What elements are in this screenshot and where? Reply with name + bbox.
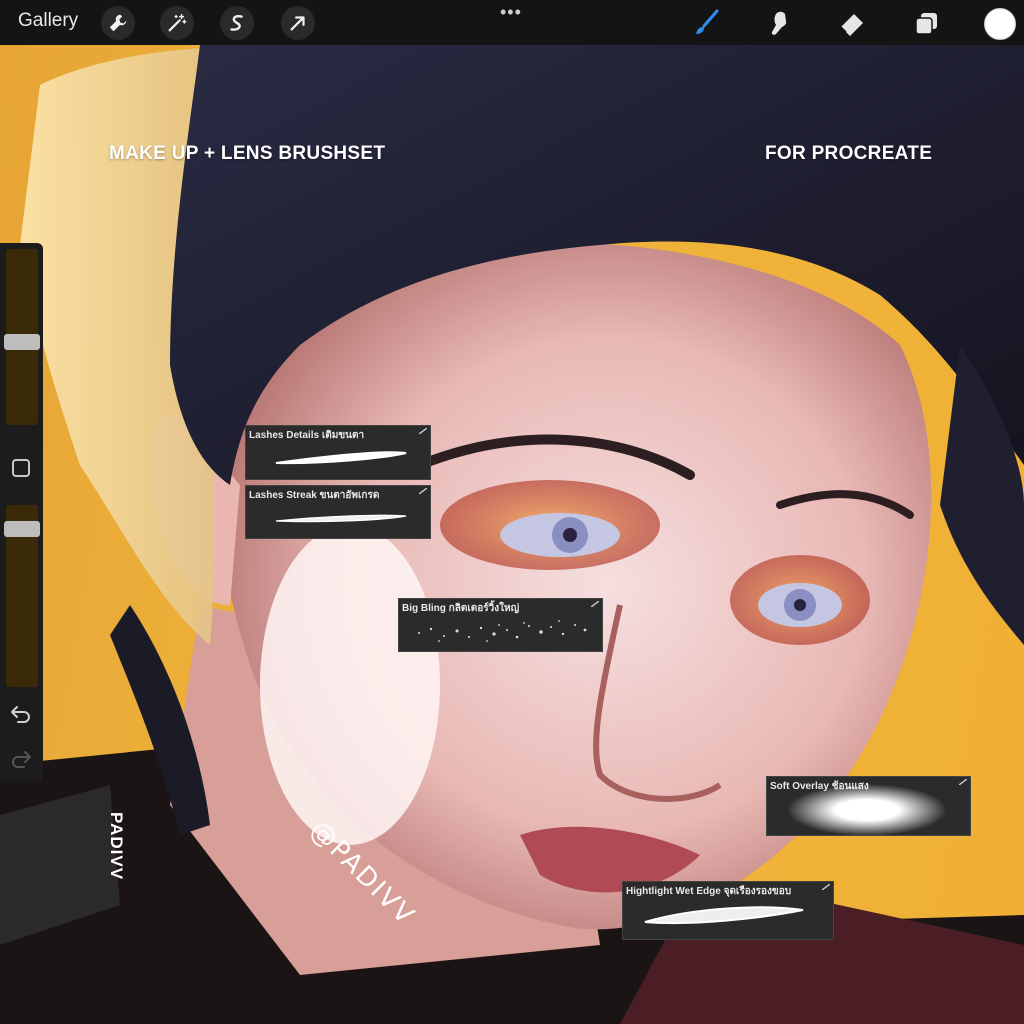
headline-left: MAKE UP + LENS BRUSHSET bbox=[109, 143, 386, 164]
brush-icon bbox=[696, 9, 719, 34]
layers-button[interactable] bbox=[910, 7, 942, 39]
undo-button[interactable] bbox=[9, 701, 33, 725]
brush-stroke-preview bbox=[787, 784, 947, 836]
transform-arrow-icon bbox=[290, 16, 305, 31]
redo-button[interactable] bbox=[9, 746, 33, 770]
headline-right: FOR PROCREATE bbox=[765, 143, 933, 164]
actions-button[interactable] bbox=[101, 6, 135, 40]
color-picker-button[interactable] bbox=[984, 8, 1016, 40]
undo-icon bbox=[11, 706, 30, 723]
brush-size-thumb[interactable] bbox=[4, 333, 40, 350]
brush-card-highlight-wet-edge: Hightlight Wet Edge จุดเรืองรองขอบ bbox=[622, 881, 834, 940]
wrench-icon bbox=[109, 14, 127, 32]
selection-icon bbox=[230, 15, 243, 31]
opacity-thumb[interactable] bbox=[4, 521, 40, 538]
layers-icon bbox=[915, 13, 937, 35]
brush-stroke-preview bbox=[418, 620, 587, 642]
drawing-canvas[interactable]: MAKE UP + LENS BRUSHSET FOR PROCREATE PA… bbox=[0, 45, 1024, 1024]
gallery-button[interactable]: Gallery bbox=[18, 10, 78, 32]
redo-icon bbox=[12, 751, 31, 768]
brush-card-lashes-streak: Lashes Streak ขนตาอัพเกรด bbox=[245, 485, 431, 539]
smudge-icon bbox=[771, 11, 787, 35]
brush-stroke-preview bbox=[275, 451, 407, 465]
magic-wand-icon bbox=[168, 14, 187, 32]
eraser-icon bbox=[840, 14, 863, 36]
left-sidebar bbox=[0, 243, 43, 783]
brush-card-soft-overlay: Soft Overlay ช้อนแสง bbox=[766, 776, 971, 836]
brush-card-lashes-details: Lashes Details เติมขนตา bbox=[245, 425, 431, 480]
more-options-button[interactable]: ••• bbox=[500, 2, 522, 23]
watermark-text: PADIVV bbox=[107, 812, 126, 881]
brush-stroke-preview bbox=[644, 906, 804, 925]
adjustments-button[interactable] bbox=[160, 6, 194, 40]
smudge-tool-button[interactable] bbox=[763, 7, 795, 39]
modify-button[interactable] bbox=[12, 459, 30, 477]
brush-tool-button[interactable] bbox=[690, 7, 722, 39]
brush-card-big-bling: Big Bling กลิตเตอร์วิ้งใหญ่ bbox=[398, 598, 603, 652]
eraser-tool-button[interactable] bbox=[836, 7, 868, 39]
brush-stroke-preview bbox=[275, 514, 407, 523]
transform-button[interactable] bbox=[281, 6, 315, 40]
top-toolbar: Gallery ••• bbox=[0, 0, 1024, 45]
selection-button[interactable] bbox=[220, 6, 254, 40]
portrait-artwork bbox=[0, 45, 1024, 1024]
